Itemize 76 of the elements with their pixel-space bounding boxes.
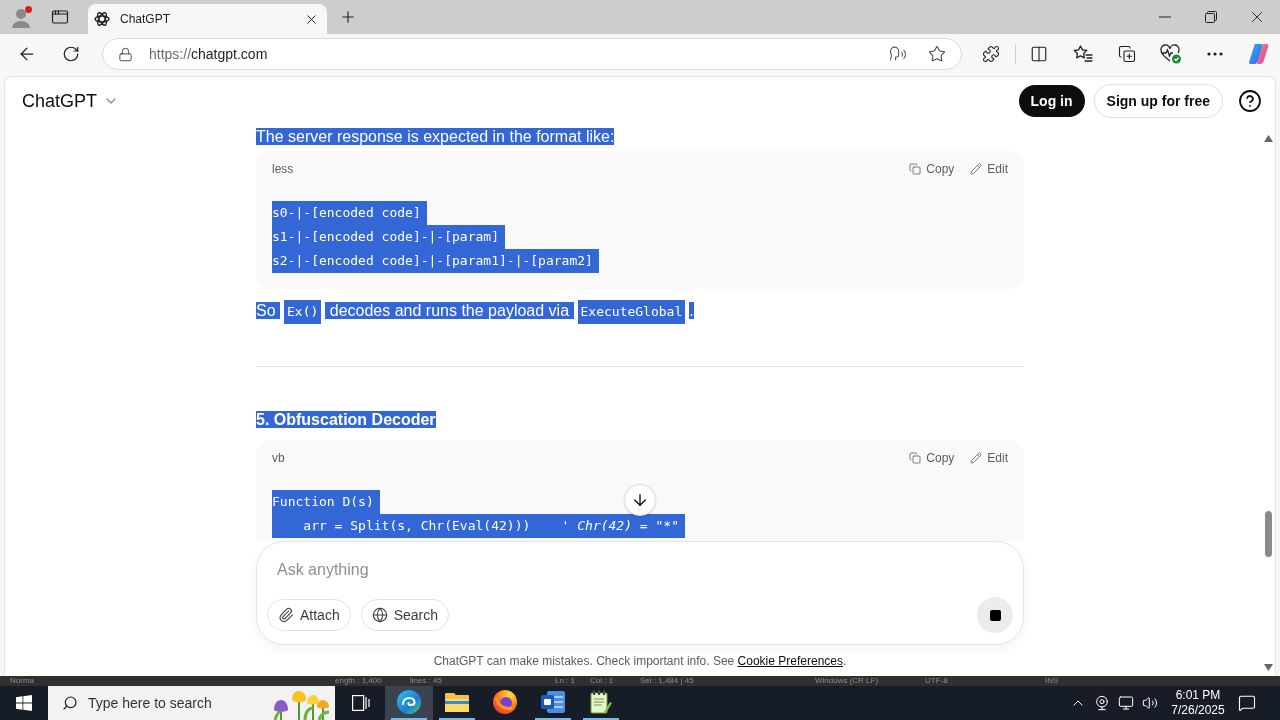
taskbar-search-field[interactable]: Type here to search	[48, 686, 335, 720]
lock-icon	[118, 46, 133, 62]
star-icon	[928, 45, 946, 63]
heart-pulse-icon	[1160, 44, 1182, 64]
notification-icon	[1238, 694, 1256, 712]
paragraph: So Ex() decodes and runs the payload via ExecuteGlobal .	[256, 299, 694, 324]
arrow-down-icon	[631, 491, 649, 509]
atom-logo-icon	[94, 11, 110, 27]
copy-button[interactable]: Copy	[909, 450, 955, 466]
copy-icon	[909, 163, 922, 175]
plus-icon	[339, 8, 357, 26]
edit-button[interactable]: Edit	[970, 450, 1008, 466]
notepad-icon	[590, 690, 612, 714]
log-in-button[interactable]: Log in	[1018, 85, 1085, 117]
favorites-icon	[1073, 45, 1093, 63]
profile-icon[interactable]	[11, 6, 33, 28]
minimize-icon	[1159, 16, 1171, 18]
globe-icon	[371, 607, 388, 623]
windows-logo-icon	[16, 695, 32, 711]
tab-actions-icon	[51, 8, 69, 26]
cookie-preferences-link[interactable]: Cookie Preferences	[737, 653, 843, 668]
status-text: lines : 45	[410, 676, 443, 686]
status-text: Ln : 1	[555, 676, 575, 686]
pencil-icon	[970, 163, 983, 175]
url-text: https://chatgpt.com	[149, 44, 268, 64]
section-heading: 5. Obfuscation Decoder	[256, 411, 436, 428]
scrollbar-thumb[interactable]	[1264, 511, 1272, 557]
more-icon	[1207, 52, 1223, 56]
split-screen-icon	[1030, 45, 1048, 63]
status-text: INS	[1045, 676, 1059, 686]
search-input[interactable]: Type here to search	[88, 692, 238, 714]
speech-icon	[889, 45, 907, 63]
search-icon	[62, 695, 78, 711]
status-text: Col : 1	[590, 676, 614, 686]
message-input[interactable]: Ask anything	[277, 556, 1013, 584]
paragraph: The server response is expected in the format like:	[256, 127, 615, 147]
puzzle-icon	[982, 45, 1000, 63]
refresh-icon	[62, 45, 80, 63]
model-selector[interactable]: ChatGPT	[22, 87, 120, 115]
collections-icon	[1118, 45, 1136, 63]
code-language-label: vb	[272, 450, 285, 466]
colorful-logo-icon[interactable]	[1248, 43, 1270, 65]
status-text: Sel : 1,484 | 45	[640, 676, 694, 686]
disclaimer-text: ChatGPT can make mistakes. Check important info. See Cookie Preferences.	[433, 652, 847, 669]
paperclip-icon	[278, 607, 294, 623]
clock-time[interactable]: 6:01 PM	[1175, 688, 1221, 703]
sign-up-button[interactable]: Sign up for free	[1093, 84, 1223, 118]
fox-logo-icon	[493, 690, 517, 714]
monitor-icon	[1118, 695, 1134, 711]
code-language-label: less	[272, 161, 294, 177]
document-logo-icon	[541, 691, 565, 713]
webcam-icon	[1094, 695, 1110, 711]
address-bar[interactable]: https://chatgpt.com	[102, 38, 962, 70]
clock-date[interactable]: 7/26/2025	[1171, 703, 1225, 718]
taskbar-app-button[interactable]	[385, 686, 433, 720]
help-button[interactable]	[1238, 89, 1262, 113]
folder-icon	[445, 692, 469, 712]
pencil-icon	[970, 452, 983, 464]
composer-panel[interactable]: Ask anything Attach Search	[256, 541, 1024, 645]
volume-icon	[1142, 695, 1158, 711]
scroll-up-icon[interactable]	[1263, 135, 1273, 142]
status-text: Norma	[10, 676, 34, 686]
help-icon	[1238, 89, 1262, 113]
status-text: Windows (CR LF)	[815, 676, 879, 686]
copy-button[interactable]: Copy	[909, 161, 955, 177]
restore-icon	[1205, 11, 1217, 23]
copy-icon	[909, 452, 922, 464]
status-text: ength : 1,400	[335, 676, 382, 686]
status-text: UTF-8	[925, 676, 948, 686]
task-view-icon	[352, 695, 370, 711]
browser-tab[interactable]: ChatGPT	[88, 4, 327, 34]
scroll-down-icon[interactable]	[1263, 664, 1273, 671]
stop-icon	[989, 609, 1001, 621]
swirl-logo-icon	[397, 690, 421, 714]
stop-button[interactable]	[977, 597, 1013, 633]
edit-button[interactable]: Edit	[970, 161, 1008, 177]
